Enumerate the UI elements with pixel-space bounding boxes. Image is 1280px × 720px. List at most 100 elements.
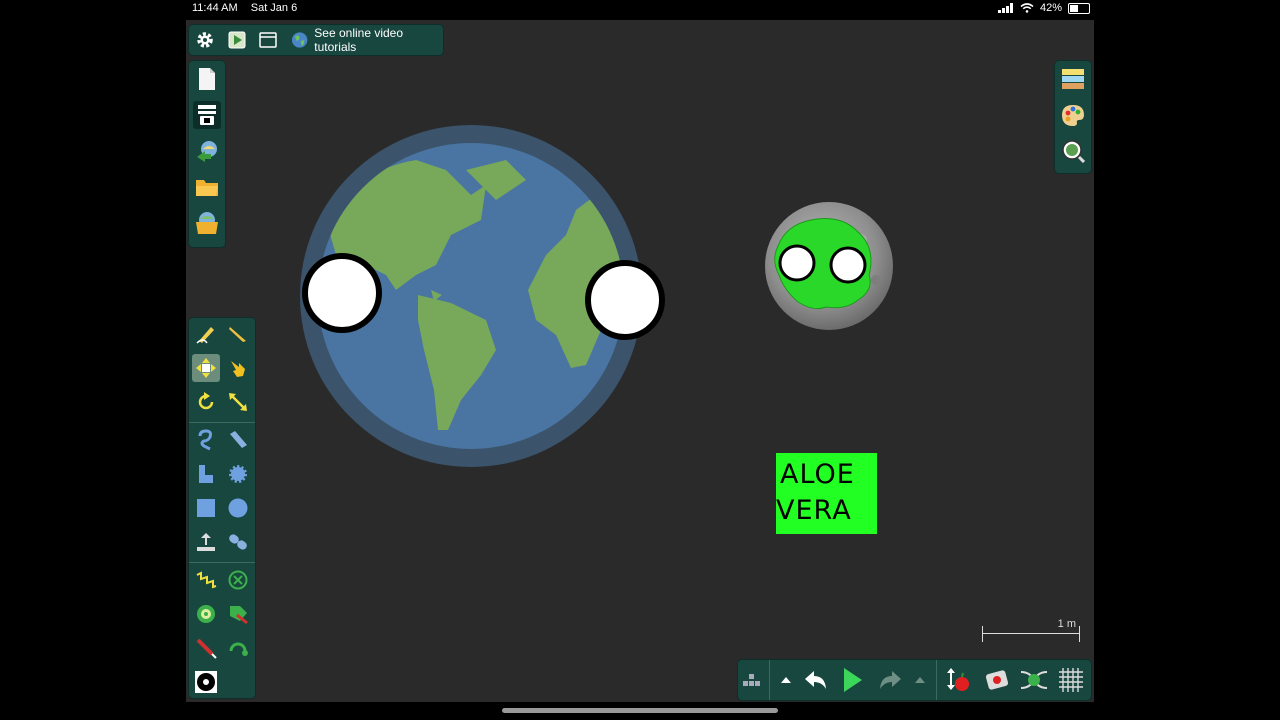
grid-icon bbox=[1059, 668, 1083, 692]
window-icon bbox=[259, 32, 277, 48]
fixate-circle-icon bbox=[228, 570, 248, 590]
play-icon bbox=[844, 668, 862, 692]
rotate-icon bbox=[198, 392, 214, 410]
status-bar: 11:44 AM Sat Jan 6 42% bbox=[0, 0, 1280, 18]
layers-icon bbox=[1062, 69, 1084, 89]
grid-button[interactable] bbox=[1057, 666, 1085, 694]
chain-tool[interactable] bbox=[224, 528, 252, 556]
moon-left-eye[interactable] bbox=[778, 244, 816, 282]
status-date: Sat Jan 6 bbox=[250, 2, 298, 14]
fixate-icon bbox=[985, 670, 1009, 690]
aloe-text-line1: ALOE bbox=[780, 459, 855, 490]
aloe-vera-box[interactable]: ALOE VERA bbox=[776, 453, 877, 534]
knife-icon bbox=[229, 327, 246, 342]
play-scene-button[interactable] bbox=[223, 26, 251, 54]
cut-tool[interactable] bbox=[224, 320, 252, 348]
hand-icon bbox=[231, 361, 245, 377]
right-panel bbox=[1055, 61, 1091, 173]
window-button[interactable] bbox=[254, 26, 282, 54]
thruster-tool[interactable] bbox=[224, 634, 252, 662]
circle-icon bbox=[228, 498, 248, 518]
earth-right-eye[interactable] bbox=[585, 260, 665, 340]
rotate-tool[interactable] bbox=[192, 388, 220, 416]
file-panel bbox=[189, 61, 225, 247]
top-toolbar: See online video tutorials bbox=[189, 25, 443, 55]
earth-left-eye[interactable] bbox=[302, 253, 382, 333]
zoom-button[interactable] bbox=[1059, 137, 1087, 165]
play-button[interactable] bbox=[838, 666, 866, 694]
pencil-sketch-icon bbox=[196, 327, 214, 344]
hinge-icon bbox=[197, 605, 215, 623]
move-arrows-icon bbox=[196, 358, 216, 378]
settings-button[interactable] bbox=[191, 26, 219, 54]
save-icon bbox=[198, 105, 216, 125]
spring-icon bbox=[196, 571, 217, 589]
more-button[interactable] bbox=[738, 666, 766, 694]
redo-icon bbox=[880, 671, 901, 689]
redo-button[interactable] bbox=[876, 666, 904, 694]
upload-shape-icon bbox=[197, 533, 215, 551]
undo-icon bbox=[805, 671, 826, 689]
gear-icon bbox=[197, 32, 213, 48]
fixate-button[interactable] bbox=[983, 666, 1011, 694]
signal-icon bbox=[997, 3, 1013, 13]
mix-icon bbox=[1020, 671, 1048, 689]
scale-label: 1 m bbox=[1057, 618, 1076, 630]
tracer-icon bbox=[230, 606, 248, 625]
tracer-tool[interactable] bbox=[224, 600, 252, 628]
aloe-text-line2: VERA bbox=[776, 495, 852, 526]
zoom-icon bbox=[1062, 140, 1085, 163]
open-browser-button[interactable] bbox=[193, 209, 221, 237]
gravity-icon bbox=[947, 668, 969, 691]
polygon-tool[interactable] bbox=[192, 528, 220, 556]
scene-canvas[interactable] bbox=[186, 20, 1094, 702]
open-folder-button[interactable] bbox=[193, 173, 221, 201]
expand-icon bbox=[915, 677, 925, 683]
circle-tool[interactable] bbox=[224, 494, 252, 522]
save-button[interactable] bbox=[193, 101, 221, 129]
open-browser-icon bbox=[196, 212, 218, 234]
new-scene-button[interactable] bbox=[193, 65, 221, 93]
collapse-button[interactable] bbox=[772, 666, 800, 694]
undo-button[interactable] bbox=[802, 666, 830, 694]
rope-icon bbox=[198, 429, 212, 451]
open-online-button[interactable] bbox=[193, 137, 221, 165]
tutorials-label: See online video tutorials bbox=[314, 26, 404, 54]
battery-percent: 42% bbox=[1039, 2, 1062, 14]
hinge-tool[interactable] bbox=[192, 600, 220, 628]
wifi-icon bbox=[1020, 3, 1034, 13]
square-icon bbox=[197, 499, 215, 517]
layers-button[interactable] bbox=[1059, 65, 1087, 93]
scene-drawing bbox=[300, 125, 893, 467]
sketch-tool[interactable] bbox=[192, 320, 220, 348]
open-folder-icon bbox=[196, 180, 218, 196]
plane-tool[interactable] bbox=[224, 426, 252, 454]
home-indicator[interactable] bbox=[502, 708, 778, 713]
chain-icon bbox=[229, 534, 247, 550]
scale-tool[interactable] bbox=[224, 388, 252, 416]
gravity-button[interactable] bbox=[944, 666, 972, 694]
brush-tool[interactable] bbox=[192, 460, 220, 488]
mix-button[interactable] bbox=[1020, 666, 1048, 694]
rope-tool[interactable] bbox=[192, 426, 220, 454]
resize-arrows-icon bbox=[229, 393, 247, 411]
gear-tool[interactable] bbox=[224, 460, 252, 488]
more-icon bbox=[743, 674, 760, 686]
move-tool[interactable] bbox=[192, 354, 220, 382]
tutorials-link[interactable]: See online video tutorials bbox=[291, 26, 443, 54]
collapse-icon bbox=[781, 677, 791, 683]
palette-button[interactable] bbox=[1059, 101, 1087, 129]
new-scene-icon bbox=[199, 68, 215, 90]
texture-tool[interactable] bbox=[192, 668, 220, 696]
laser-tool[interactable] bbox=[192, 634, 220, 662]
box-tool[interactable] bbox=[192, 494, 220, 522]
brush-shape-icon bbox=[199, 465, 213, 483]
expand-button[interactable] bbox=[906, 666, 934, 694]
spiral-texture-icon bbox=[195, 671, 217, 693]
spring-tool[interactable] bbox=[192, 566, 220, 594]
palette-icon bbox=[1062, 105, 1084, 126]
battery-icon bbox=[1068, 2, 1090, 14]
fixjoint-tool[interactable] bbox=[224, 566, 252, 594]
moon-right-eye[interactable] bbox=[829, 246, 867, 284]
drag-tool[interactable] bbox=[224, 354, 252, 382]
